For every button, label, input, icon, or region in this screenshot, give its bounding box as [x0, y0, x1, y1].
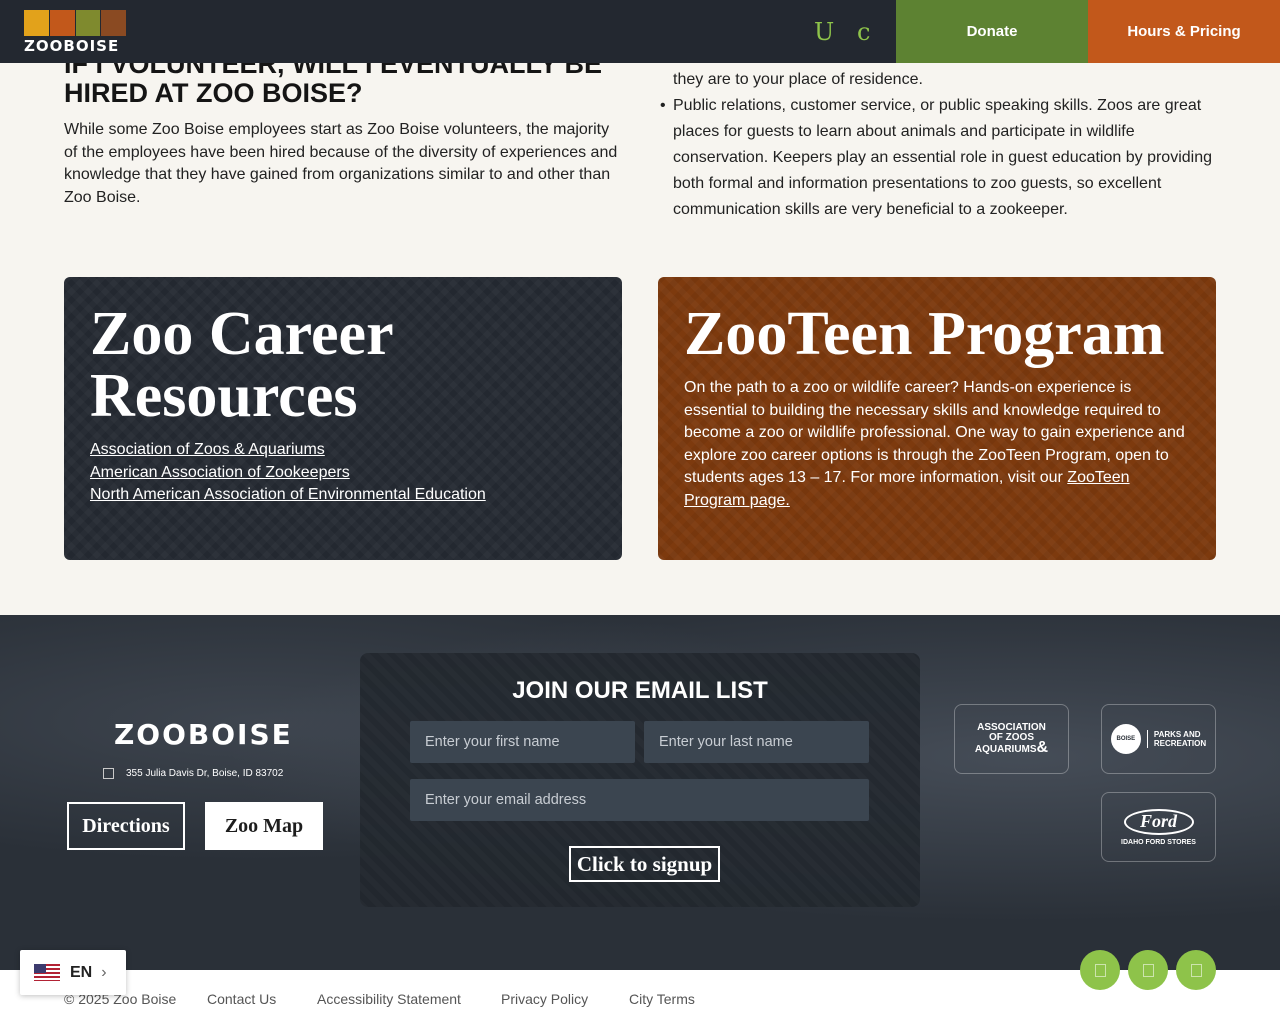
partner-aza-logo[interactable]: ASSOCIATION OF ZOOS AQUARIUMS&: [954, 704, 1069, 774]
footer-address: 355 Julia Davis Dr, Boise, ID 83702: [103, 768, 283, 779]
contact-us-link[interactable]: Contact Us: [207, 991, 276, 1007]
us-flag-icon: [34, 964, 60, 981]
logo-wordmark: ZOOBOISE: [24, 37, 120, 55]
language-switcher[interactable]: EN ›: [20, 950, 126, 995]
hours-pricing-button[interactable]: Hours & Pricing: [1088, 0, 1280, 63]
skills-list-section: they are to your place of residence. Pub…: [658, 67, 1218, 223]
email-input[interactable]: Enter your email address: [410, 779, 869, 821]
address-text: 355 Julia Davis Dr, Boise, ID 83702: [126, 768, 284, 779]
skills-list: Public relations, customer service, or p…: [658, 93, 1218, 223]
site-footer: ZOOBOISE 355 Julia Davis Dr, Boise, ID 8…: [0, 615, 1280, 970]
first-name-input[interactable]: Enter your first name: [410, 721, 635, 763]
youtube-glyph: [1190, 963, 1202, 977]
aza-line-3-text: AQUARIUMS: [974, 744, 1037, 755]
zooteen-description: On the path to a zoo or wildlife career?…: [684, 377, 1190, 512]
account-icon[interactable]: U: [814, 18, 834, 46]
instagram-icon[interactable]: [1128, 950, 1168, 990]
facebook-glyph: [1094, 963, 1106, 977]
instagram-glyph: [1142, 963, 1154, 977]
link-aza[interactable]: Association of Zoos & Aquariums: [90, 439, 596, 462]
aza-wordmark: ASSOCIATION OF ZOOS AQUARIUMS&: [974, 723, 1048, 756]
partner-boise-parks-logo[interactable]: BOISE PARKS AND RECREATION: [1101, 704, 1216, 774]
search-icon[interactable]: c: [857, 18, 870, 46]
link-aazk[interactable]: American Association of Zookeepers: [90, 462, 596, 485]
accessibility-statement-link[interactable]: Accessibility Statement: [317, 991, 461, 1007]
chevron-right-icon: ›: [101, 963, 107, 981]
last-name-input[interactable]: Enter your last name: [644, 721, 869, 763]
email-signup-title: JOIN OUR EMAIL LIST: [512, 677, 768, 704]
facebook-icon[interactable]: [1080, 950, 1120, 990]
email-signup-form: JOIN OUR EMAIL LIST Enter your first nam…: [360, 653, 920, 907]
aza-ampersand: &: [1036, 739, 1049, 756]
signup-button[interactable]: Click to signup: [569, 846, 720, 882]
directions-button[interactable]: Directions: [67, 802, 185, 850]
zooteen-card: ZooTeen Program On the path to a zoo or …: [658, 277, 1216, 560]
parks-label-line-2: RECREATION: [1153, 739, 1207, 748]
skills-continuation-text: they are to your place of residence.: [673, 71, 923, 88]
link-naaee[interactable]: North American Association of Environmen…: [90, 484, 596, 507]
youtube-icon[interactable]: [1176, 950, 1216, 990]
location-pin-icon: [103, 768, 114, 779]
ford-stores-label: IDAHO FORD STORES: [1121, 838, 1196, 846]
parks-label-line-1: PARKS AND: [1153, 730, 1201, 739]
donate-button[interactable]: Donate: [896, 0, 1088, 63]
faq-answer: While some Zoo Boise employees start as …: [64, 121, 618, 206]
zoo-boise-logo[interactable]: ZOOBOISE: [24, 10, 126, 55]
privacy-policy-link[interactable]: Privacy Policy: [501, 991, 588, 1007]
footer-logo[interactable]: ZOOBOISE: [114, 718, 293, 751]
language-code: EN: [70, 963, 93, 981]
aza-line-3: AQUARIUMS&: [974, 740, 1048, 756]
career-resources-title: Zoo Career Resources: [90, 300, 393, 430]
logo-animal-tiles: [24, 10, 126, 36]
career-resources-links: Association of Zoos & Aquariums American…: [90, 439, 596, 507]
parks-recreation-label: PARKS AND RECREATION: [1146, 730, 1207, 748]
zoo-map-button[interactable]: Zoo Map: [205, 802, 323, 850]
ford-oval-logo: Ford: [1123, 808, 1194, 835]
site-header: ZOOBOISE U c Donate Hours & Pricing: [0, 0, 1280, 63]
boise-seal-icon: BOISE: [1110, 724, 1141, 754]
partner-ford-logo[interactable]: Ford IDAHO FORD STORES: [1101, 792, 1216, 862]
skills-list-item: Public relations, customer service, or p…: [658, 93, 1218, 223]
city-terms-link[interactable]: City Terms: [629, 991, 695, 1007]
zooteen-title: ZooTeen Program: [684, 300, 1165, 368]
career-resources-card: Zoo Career Resources Association of Zoos…: [64, 277, 622, 560]
